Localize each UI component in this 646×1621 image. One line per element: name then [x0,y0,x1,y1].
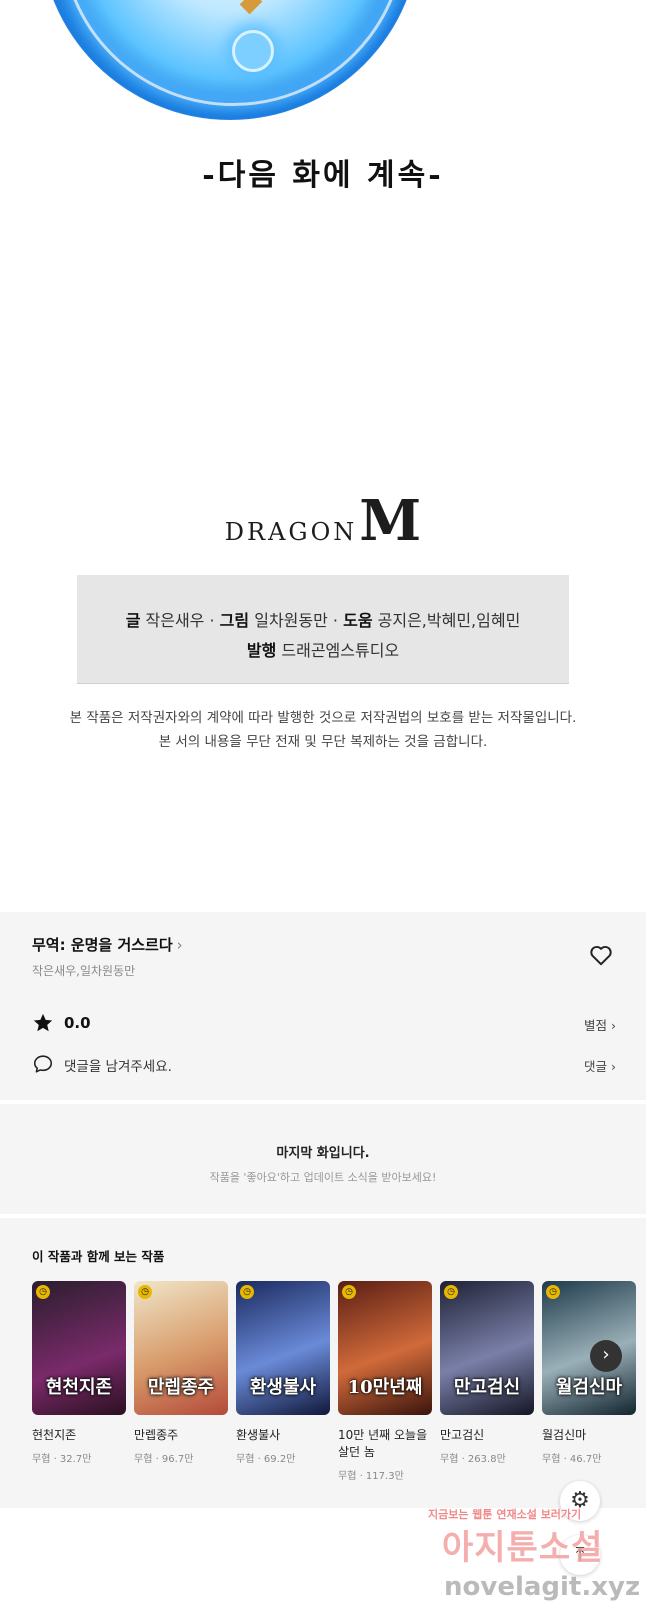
rec-stats: 무협 · 263.8만 [440,1454,506,1465]
clock-icon: ◷ [546,1285,560,1299]
rec-card[interactable]: ◷ 환생불사 환생불사 무협 · 69.2만 [236,1281,330,1465]
rec-thumbnail: ◷ 10만년째 [338,1281,432,1415]
rating-link[interactable]: 별점 › [584,1015,616,1034]
publisher-label: 발행 [246,641,277,660]
rec-card[interactable]: ◷ 월검신마 월검신마 무협 · 46.7만 [542,1281,636,1465]
story-label: 글 [125,611,141,630]
clock-icon: ◷ [36,1285,50,1299]
rec-stats: 무협 · 46.7만 [542,1454,602,1465]
rec-thumbnail: ◷ 만렙종주 [134,1281,228,1415]
recommendations-title: 이 작품과 함께 보는 작품 [32,1249,165,1264]
copyright-notice: 본 작품은 저작권자와의 계약에 따라 발행한 것으로 저작권법의 보호를 받는… [0,706,646,754]
last-episode-subtitle: 작품을 '좋아요'하고 업데이트 소식을 받아보세요! [209,1171,437,1184]
credit-box: 글 작은새우 · 그림 일차원동만 · 도움 공지은,박혜민,임혜민 발행 드래… [77,575,569,684]
clock-icon: ◷ [444,1285,458,1299]
story-author: 작은새우 [145,611,205,630]
clock-icon: ◷ [240,1285,254,1299]
rec-thumbnail: ◷ 환생불사 [236,1281,330,1415]
art-label: 그림 [219,611,250,630]
rec-name: 만렙종주 [134,1428,179,1442]
rec-name: 만고검신 [440,1428,485,1442]
watermark-url: novelagit.xyz [444,1572,641,1602]
logo-word: DRAGON [224,518,358,546]
last-episode-notice: 마지막 화입니다. 작품을 '좋아요'하고 업데이트 소식을 받아보세요! [0,1104,646,1214]
rec-stats: 무협 · 96.7만 [134,1454,194,1465]
rec-thumbnail-title: 10만년째 [347,1377,423,1398]
clock-icon: ◷ [138,1285,152,1299]
rec-name: 월검신마 [542,1428,587,1442]
rec-card[interactable]: ◷ 만고검신 만고검신 무협 · 263.8만 [440,1281,534,1465]
comment-icon [33,1055,53,1073]
rec-card[interactable]: ◷ 10만년째 10만 년째 오늘을 살던 놈 무협 · 117.3만 [338,1281,432,1482]
rec-thumbnail-title: 월검신마 [555,1377,623,1398]
watermark-logo: 아지툰소설 [442,1528,604,1568]
assistants: 공지은,박혜민,임혜민 [377,611,521,630]
heart-icon[interactable] [588,942,614,968]
series-title: 무역: 운명을 거스르다 [32,936,173,954]
recommendations-section: 이 작품과 함께 보는 작품 ◷ 현천지존 현천지존 무협 · 32.7만 ◷ … [0,1218,646,1508]
copyright-line-1: 본 작품은 저작권자와의 계약에 따라 발행한 것으로 저작권법의 보호를 받는… [69,710,577,726]
rec-name: 현천지존 [32,1428,77,1442]
magic-circle-core [232,30,274,72]
series-title-link[interactable]: 무역: 운명을 거스르다 › [32,934,183,955]
rec-thumbnail-title: 만렙종주 [147,1377,215,1398]
rec-name: 환생불사 [236,1428,281,1442]
rec-name: 10만 년째 오늘을 살던 놈 [338,1428,428,1459]
separator: · [327,611,344,630]
rec-stats: 무협 · 117.3만 [338,1471,404,1482]
clock-icon: ◷ [342,1285,356,1299]
rec-thumbnail-title: 환생불사 [249,1377,317,1398]
comments-link[interactable]: 댓글 › [584,1056,616,1075]
rec-stats: 무협 · 32.7만 [32,1454,92,1465]
logo-letter: M [359,488,422,554]
rec-thumbnail: ◷ 현천지존 [32,1281,126,1415]
to-be-continued-text: -다음 화에 계속- [202,158,444,193]
rec-card[interactable]: ◷ 현천지존 현천지존 무협 · 32.7만 [32,1281,126,1465]
next-arrow-button[interactable]: › [590,1340,622,1372]
publisher-logo: DRAGONM [0,488,646,554]
rec-thumbnail-title: 현천지존 [45,1377,113,1398]
star-icon [33,1013,53,1032]
publisher-name: 드래곤엠스튜디오 [281,641,400,660]
assist-label: 도움 [343,611,373,630]
rec-stats: 무협 · 69.2만 [236,1454,296,1465]
rec-thumbnail-title: 만고검신 [453,1377,521,1398]
rec-thumbnail: ◷ 만고검신 [440,1281,534,1415]
copyright-line-2: 본 서의 내용을 무단 전재 및 무단 복제하는 것을 금합니다. [158,734,488,750]
separator: · [204,611,220,630]
last-episode-title: 마지막 화입니다. [276,1146,370,1161]
series-authors: 작은새우,일차원동만 [32,964,136,978]
rating-value: 0.0 [64,1014,91,1032]
comic-panel: -다음 화에 계속- DRAGONM 글 작은새우 · 그림 일차원동만 · 도… [0,0,646,870]
series-info-section: 무역: 운명을 거스르다 › 작은새우,일차원동만 0.0 별점 › 댓글을 남겨… [0,912,646,1100]
rec-card[interactable]: ◷ 만렙종주 만렙종주 무협 · 96.7만 [134,1281,228,1465]
art-author: 일차원동만 [254,611,328,630]
chevron-right-icon: › [176,936,183,954]
comment-prompt[interactable]: 댓글을 남겨주세요. [64,1055,172,1075]
rec-thumbnail: ◷ 월검신마 [542,1281,636,1415]
